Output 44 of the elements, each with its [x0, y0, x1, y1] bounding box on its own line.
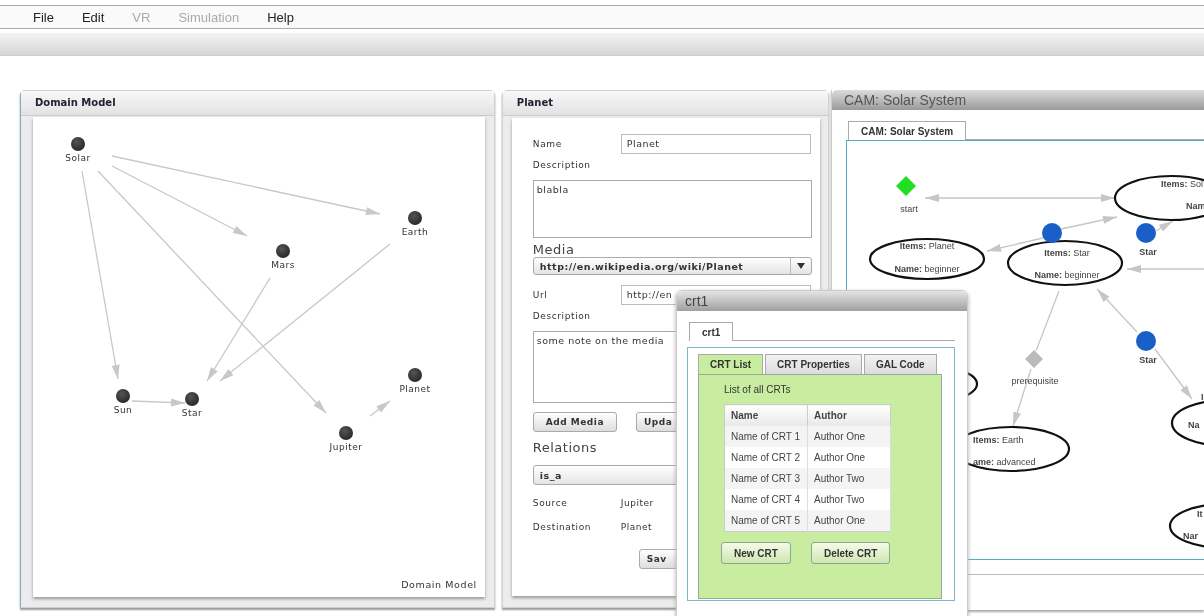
field-label: Name: [532, 138, 563, 149]
state-text: Na: [1188, 420, 1200, 430]
table-cell: Author One: [807, 510, 891, 532]
state-text: Items: Planet: [899, 241, 955, 251]
state-text: Nar: [1183, 531, 1198, 541]
field-label: Url: [532, 289, 549, 300]
list-caption: List of all CRTs: [724, 384, 792, 395]
node-label: Earth: [400, 227, 430, 237]
section-heading: Media: [532, 242, 576, 257]
state-text: Name: beginner: [894, 264, 960, 274]
node-label: Star: [1139, 355, 1157, 365]
field-label: Destination: [532, 522, 593, 532]
state-text: Items: Star: [1044, 248, 1090, 258]
state-text: Items: Earth: [973, 435, 1024, 445]
state-text: Name: beginner: [1034, 270, 1100, 280]
table-cell: Name of CRT 5: [724, 510, 808, 532]
table-cell: Author Two: [807, 468, 891, 489]
field-label: Source: [532, 498, 569, 508]
node-label: prerequisite: [1011, 376, 1059, 386]
field-value: Planet: [620, 522, 653, 532]
state-text: I: [1201, 392, 1204, 402]
table-cell: Name of CRT 3: [724, 468, 808, 489]
field-label: Description: [532, 160, 592, 170]
state-text: Items: Sol: [1161, 179, 1204, 189]
section-heading: Relations: [532, 440, 598, 455]
canvas-caption: Domain Model: [401, 579, 477, 590]
table-cell: Name of CRT 1: [724, 426, 808, 447]
state-text: It: [1197, 509, 1203, 519]
node-label: start: [900, 204, 918, 214]
node-label: Star: [1139, 247, 1157, 257]
window-title: crt1: [677, 291, 967, 311]
table-cell: Author One: [807, 426, 891, 447]
node-label: Planet: [398, 384, 432, 394]
field-value: Jupiter: [620, 498, 654, 508]
node-label: Solar: [64, 153, 92, 163]
node-label: Mars: [270, 260, 296, 270]
panel-title: Planet: [502, 91, 828, 116]
window-title: CAM: Solar System: [832, 90, 1204, 110]
field-label: Description: [532, 311, 592, 321]
node-label: Jupiter: [328, 442, 364, 452]
node-label: Sun: [112, 405, 134, 415]
panel-title: Domain Model: [21, 91, 494, 116]
state-text: ame: advanced: [973, 457, 1036, 467]
node-label: Star: [180, 408, 204, 418]
